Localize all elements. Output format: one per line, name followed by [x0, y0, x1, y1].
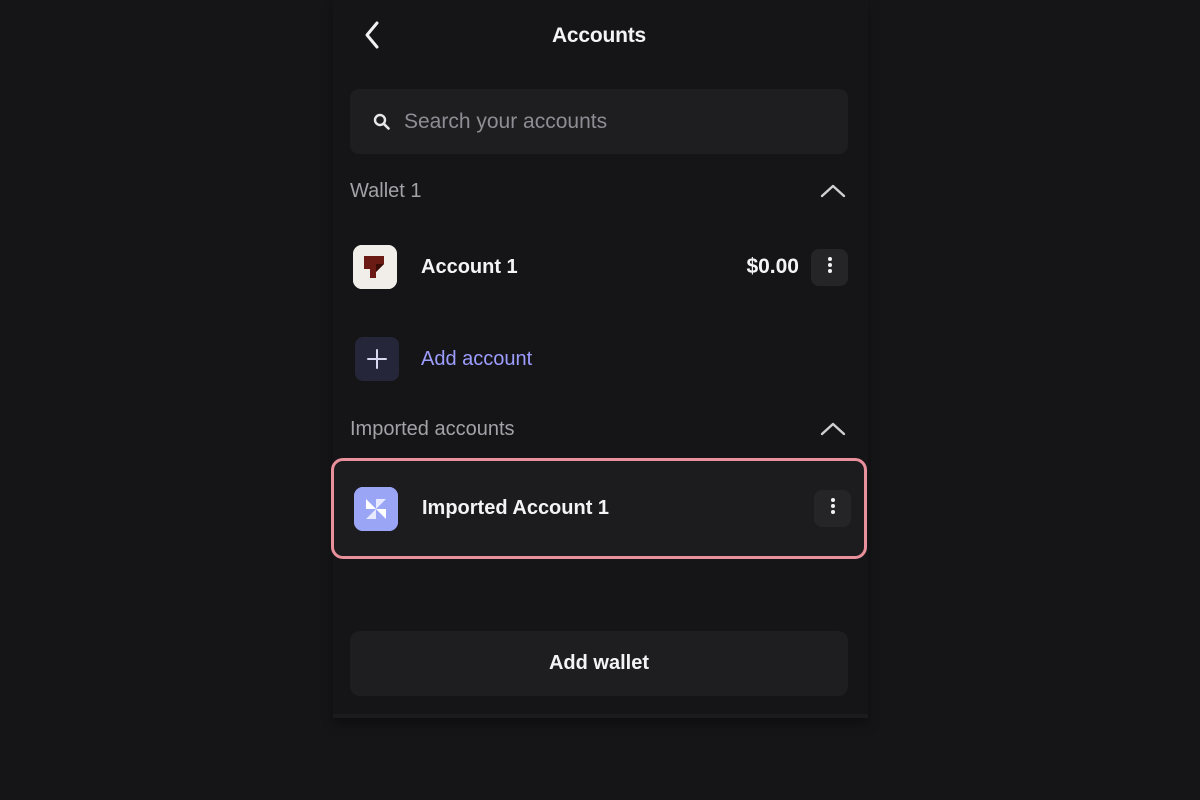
more-vertical-icon [830, 497, 836, 520]
account-options-button[interactable] [811, 248, 848, 286]
imported-section-header: Imported accounts [350, 411, 848, 447]
imported-account-card[interactable]: Imported Account 1 [331, 458, 867, 559]
search-icon [372, 112, 392, 132]
imported-account-avatar [354, 486, 398, 531]
header: Accounts [333, 0, 868, 76]
more-vertical-icon [827, 256, 833, 279]
section-label-wallet: Wallet 1 [350, 179, 422, 202]
search-bar[interactable] [350, 89, 848, 154]
chevron-up-icon[interactable] [818, 176, 848, 206]
imported-account-row[interactable]: Imported Account 1 [353, 461, 851, 556]
add-account-label: Add account [421, 347, 533, 370]
plus-icon [355, 337, 399, 381]
account-name: Account 1 [421, 255, 518, 278]
add-account-button[interactable]: Add account [350, 324, 848, 394]
imported-account-options-button[interactable] [814, 490, 851, 527]
page-title: Accounts [551, 24, 647, 47]
panel-divider [333, 714, 868, 718]
chevron-up-icon[interactable] [818, 414, 848, 444]
search-input[interactable] [404, 101, 848, 142]
add-wallet-button[interactable]: Add wallet [350, 631, 848, 696]
imported-account-name: Imported Account 1 [422, 497, 610, 519]
section-label-imported: Imported accounts [350, 417, 515, 440]
account-row[interactable]: Account 1 $0.00 [350, 232, 848, 302]
wallet-section-header: Wallet 1 [350, 173, 848, 209]
accounts-panel: Accounts Wallet 1 Account 1 $0.00 [331, 0, 868, 718]
account-avatar [353, 245, 397, 289]
account-balance: $0.00 [746, 255, 799, 278]
